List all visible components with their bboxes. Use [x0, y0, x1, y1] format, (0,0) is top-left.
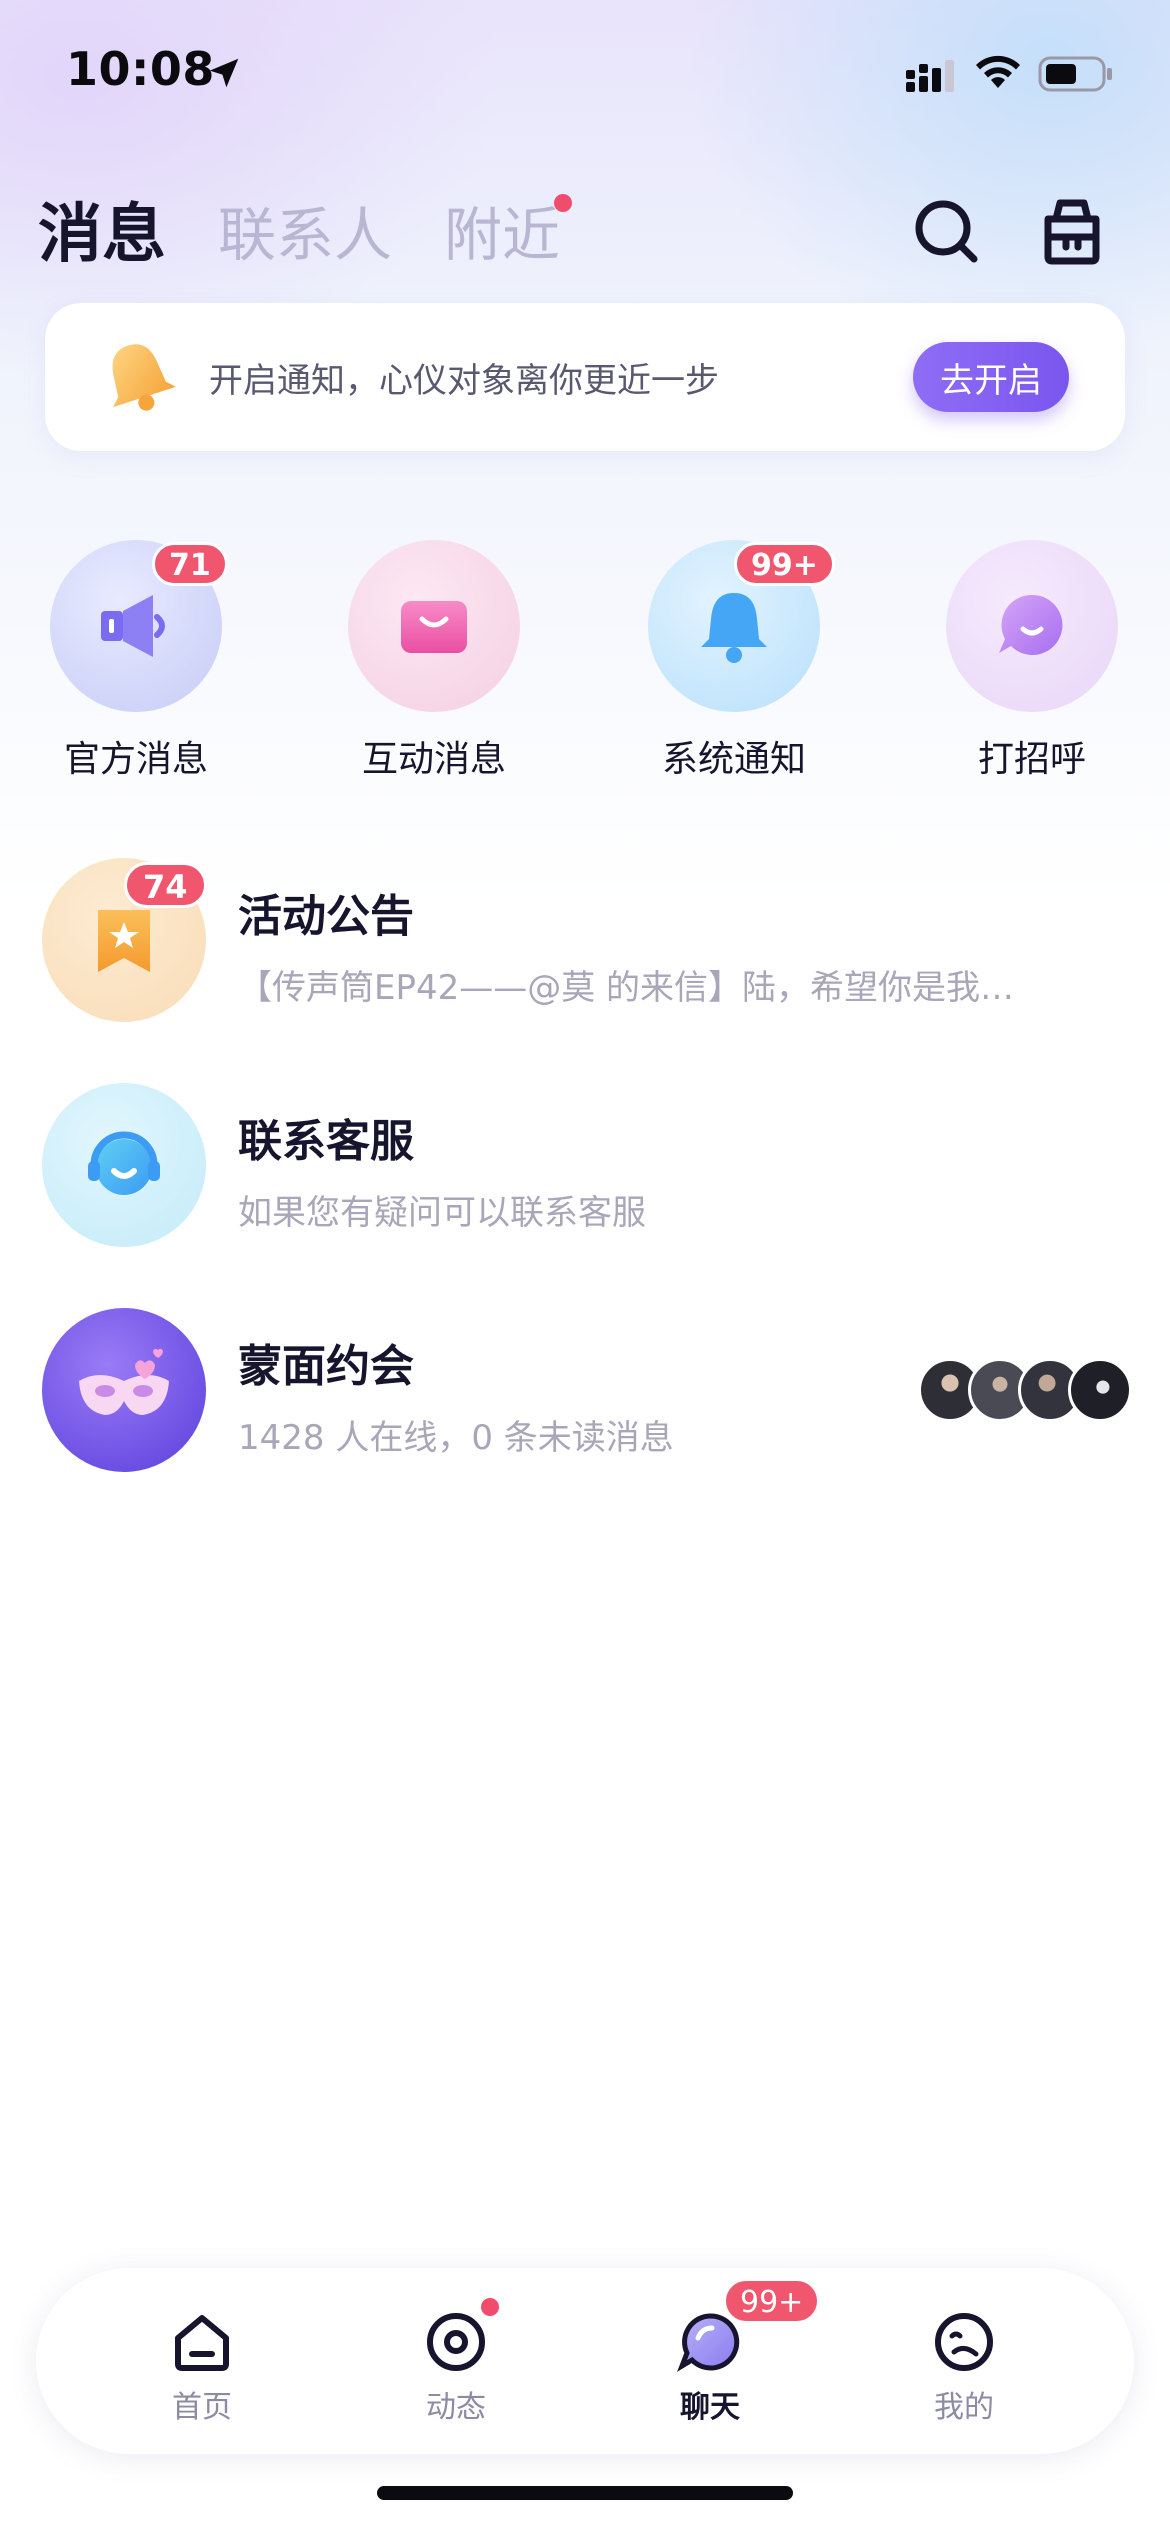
conversation-preview: 【传声筒EP42——@莫 的来信】陆，希望你是我… — [238, 968, 1015, 1008]
official-unread-badge: 71 — [152, 542, 228, 586]
notification-banner-text: 开启通知，心仪对象离你更近一步 — [209, 360, 719, 401]
online-avatars — [918, 1358, 1138, 1422]
tab-messages[interactable]: 消息 — [38, 180, 198, 272]
nav-profile-label: 我的 — [934, 2390, 994, 2425]
conversation-customer-service[interactable]: 联系客服 如果您有疑问可以联系客服 — [0, 1083, 1170, 1308]
system-unread-badge: 99+ — [734, 542, 835, 586]
conversation-preview: 如果您有疑问可以联系客服 — [238, 1193, 646, 1233]
tab-contacts[interactable]: 联系人 — [218, 200, 392, 270]
messages-screen: 10:08 消息 联系人 附近 开启通知，心仪对象离你更近一步 去开启 71 官… — [0, 0, 1170, 2532]
quick-entry-system[interactable]: 99+ 系统通知 — [624, 540, 844, 782]
home-icon — [175, 2315, 229, 2371]
search-icon[interactable] — [910, 195, 982, 267]
quick-entries: 71 官方消息 互动消息 99+ 系统通知 打招呼 — [0, 540, 1170, 790]
golden-bell-icon — [112, 344, 176, 411]
star-ribbon-icon — [98, 910, 150, 972]
cellular-signal-icon — [906, 60, 954, 92]
quick-entry-label: 系统通知 — [661, 739, 806, 780]
status-bar: 10:08 — [0, 0, 1170, 150]
quick-entry-official[interactable]: 71 官方消息 — [26, 540, 246, 782]
masked-dating-avatar — [42, 1308, 206, 1472]
battery-icon — [1038, 56, 1112, 92]
nearby-unread-dot — [554, 194, 573, 212]
chat-bubble-icon — [999, 594, 1063, 655]
tab-messages-label: 消息 — [38, 198, 166, 272]
nav-profile[interactable]: 我的 — [889, 2308, 1039, 2426]
quick-entry-label: 官方消息 — [63, 739, 208, 780]
wifi-icon — [976, 55, 1020, 88]
nav-chat-label: 聊天 — [680, 2390, 740, 2425]
conversation-activity[interactable]: 74 活动公告 【传声筒EP42——@莫 的来信】陆，希望你是我… — [0, 858, 1170, 1083]
nav-moments-label: 动态 — [426, 2390, 486, 2425]
conversation-list: 74 活动公告 【传声筒EP42——@莫 的来信】陆，希望你是我… 联系客服 如… — [0, 858, 1170, 1533]
quick-entry-label: 互动消息 — [361, 739, 506, 780]
nav-home[interactable]: 首页 — [127, 2308, 277, 2426]
envelope-icon — [401, 601, 467, 653]
quick-entry-greeting[interactable]: 打招呼 — [922, 540, 1142, 782]
quick-entry-label: 打招呼 — [977, 739, 1086, 780]
profile-icon — [935, 2313, 993, 2371]
conversation-masked-dating[interactable]: 蒙面约会 1428 人在线，0 条未读消息 — [0, 1308, 1170, 1533]
bell-icon — [701, 593, 767, 663]
conversation-preview: 1428 人在线，0 条未读消息 — [238, 1418, 674, 1458]
header-tabs: 消息 联系人 附近 — [38, 180, 612, 272]
megaphone-icon — [101, 595, 165, 657]
official-entry-circle: 71 — [50, 540, 228, 712]
headset-icon — [88, 1131, 160, 1195]
interaction-entry-circle — [348, 540, 520, 712]
conversation-title: 蒙面约会 — [238, 1341, 414, 1392]
activity-unread-badge: 74 — [124, 862, 207, 908]
enable-notifications-button[interactable]: 去开启 — [913, 342, 1069, 412]
location-arrow-icon — [209, 58, 239, 88]
home-indicator — [377, 2486, 793, 2500]
quick-entry-interaction[interactable]: 互动消息 — [324, 540, 544, 782]
conversation-title: 活动公告 — [238, 891, 414, 942]
moments-icon — [427, 2313, 485, 2371]
shop-icon[interactable] — [1036, 195, 1108, 267]
customer-service-avatar — [42, 1083, 206, 1247]
notification-banner: 开启通知，心仪对象离你更近一步 去开启 — [45, 303, 1125, 451]
nav-moments[interactable]: 动态 — [381, 2298, 531, 2426]
status-time: 10:08 — [66, 42, 215, 96]
online-user-avatar — [1068, 1358, 1132, 1422]
mask-icon — [79, 1348, 169, 1415]
tab-nearby-label: 附近 — [444, 201, 561, 269]
nav-home-label: 首页 — [172, 2390, 232, 2425]
tab-contacts-label: 联系人 — [218, 201, 393, 269]
nav-chat[interactable]: 99+ 聊天 — [635, 2278, 821, 2426]
greeting-entry-circle — [946, 540, 1118, 712]
tab-nearby[interactable]: 附近 — [444, 194, 573, 270]
moments-unread-dot — [481, 2298, 499, 2316]
chat-unread-badge: 99+ — [723, 2278, 821, 2324]
system-entry-circle: 99+ — [648, 540, 835, 712]
conversation-title: 联系客服 — [238, 1116, 414, 1167]
bottom-nav: 首页 动态 99+ 聊天 我的 — [36, 2268, 1134, 2454]
